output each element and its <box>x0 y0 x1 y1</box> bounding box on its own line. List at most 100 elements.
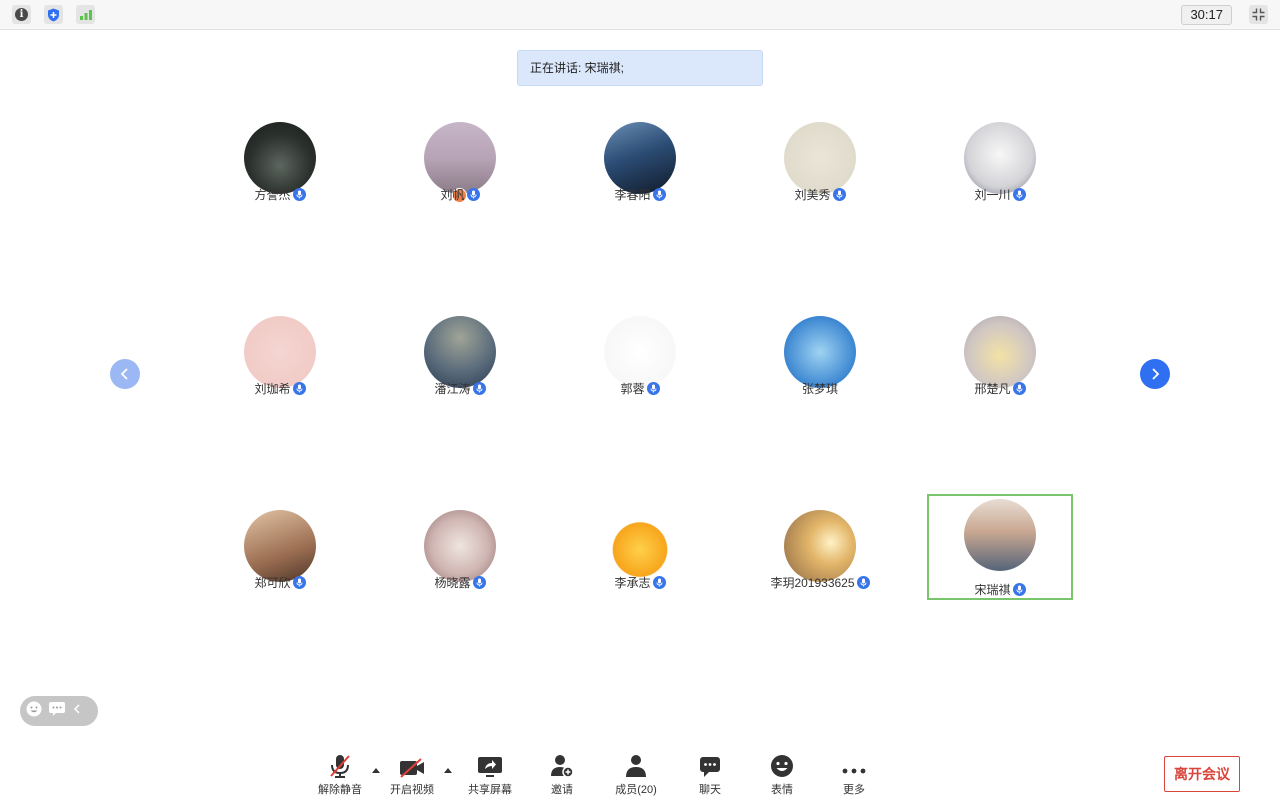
microphone-icon <box>292 382 306 395</box>
participant-avatar <box>964 122 1036 194</box>
participant-name-row: 张梦琪 <box>747 380 893 397</box>
participant-name: 宋瑞祺 <box>974 583 1011 597</box>
more-button[interactable]: 更多 <box>824 752 884 797</box>
participant-avatar <box>244 316 316 388</box>
participant-avatar <box>424 316 496 388</box>
participant-avatar <box>964 316 1036 388</box>
participant-tile[interactable]: 李春阳 <box>567 106 713 212</box>
participant-tile[interactable]: 郭蓉 <box>567 300 713 406</box>
participant-name: 方誉杰 <box>254 188 291 202</box>
members-icon <box>606 752 666 778</box>
participant-avatar <box>424 510 496 582</box>
participant-tile[interactable]: 邢楚凡 <box>927 300 1073 406</box>
microphone-icon <box>292 188 306 201</box>
participant-tile[interactable]: 刘一川 <box>927 106 1073 212</box>
participant-name-row: 郑可欣 <box>207 574 353 591</box>
participant-name: 刘美秀 <box>794 188 831 202</box>
participant-name: 刘帆 <box>440 188 465 202</box>
audio-options-caret-icon[interactable] <box>372 768 380 773</box>
participant-avatar <box>604 510 676 582</box>
network-signal-icon[interactable] <box>76 5 95 24</box>
participant-tile[interactable]: 宋瑞祺 <box>927 494 1073 600</box>
participant-name-row: 李春阳 <box>567 186 713 203</box>
participant-name: 刘珈希 <box>254 382 291 396</box>
participant-name-row: 刘一川 <box>927 186 1073 203</box>
meeting-timer: 30:17 <box>1181 5 1232 25</box>
microphone-icon <box>1012 382 1026 395</box>
participant-tile[interactable]: 李玥201933625 <box>747 494 893 600</box>
participant-name-row: 邢楚凡 <box>927 380 1073 397</box>
comment-icon[interactable] <box>49 701 65 721</box>
more-dots-icon <box>824 752 884 778</box>
participant-tile[interactable]: 刘珈希 <box>207 300 353 406</box>
microphone-icon <box>1012 188 1026 201</box>
microphone-icon <box>292 576 306 589</box>
participant-name: 李承志 <box>614 576 651 590</box>
participant-name-row: 李承志 <box>567 574 713 591</box>
microphone-icon <box>472 382 486 395</box>
participant-avatar <box>244 510 316 582</box>
participant-tile[interactable]: 李承志 <box>567 494 713 600</box>
microphone-icon <box>466 188 480 201</box>
emoji-icon[interactable] <box>26 701 42 722</box>
participant-avatar <box>604 316 676 388</box>
microphone-icon <box>1012 583 1026 596</box>
reactions-button[interactable]: 表情 <box>752 752 812 797</box>
participant-avatar <box>604 122 676 194</box>
participant-avatar <box>784 316 856 388</box>
participant-avatar <box>784 510 856 582</box>
emoji-icon <box>752 752 812 778</box>
participant-name-row: 潘江涛 <box>387 380 533 397</box>
microphone-muted-icon <box>310 752 370 778</box>
participant-avatar <box>964 499 1036 571</box>
participant-avatar <box>244 122 316 194</box>
participant-tile[interactable]: 刘美秀 <box>747 106 893 212</box>
participant-name: 李玥201933625 <box>770 576 855 590</box>
participant-tile[interactable]: 杨晓露 <box>387 494 533 600</box>
participant-name-row: 宋瑞祺 <box>929 581 1071 598</box>
microphone-icon <box>832 188 846 201</box>
participant-tile[interactable]: 郑可欣 <box>207 494 353 600</box>
security-shield-icon[interactable] <box>44 5 63 24</box>
participant-name: 郑可欣 <box>254 576 291 590</box>
participant-tile[interactable]: 潘江涛 <box>387 300 533 406</box>
exit-fullscreen-icon[interactable] <box>1249 5 1268 24</box>
share-screen-button[interactable]: 共享屏幕 <box>460 752 520 797</box>
quick-reaction-bar <box>20 696 98 726</box>
participant-tile[interactable]: 刘帆 <box>387 106 533 212</box>
active-speaker-banner: 正在讲话: 宋瑞祺; <box>517 50 763 86</box>
info-icon[interactable]: i <box>12 5 31 24</box>
previous-page-button[interactable] <box>110 359 140 389</box>
participant-name: 刘一川 <box>974 188 1011 202</box>
participant-tile[interactable]: 张梦琪 <box>747 300 893 406</box>
invite-button[interactable]: 邀请 <box>532 752 592 797</box>
unmute-button[interactable]: 解除静音 <box>310 752 370 797</box>
microphone-icon <box>472 576 486 589</box>
microphone-icon <box>856 576 870 589</box>
collapse-chevron-icon[interactable] <box>72 702 82 720</box>
next-page-button[interactable] <box>1140 359 1170 389</box>
members-button[interactable]: 成员(20) <box>606 752 666 797</box>
participant-name-row: 方誉杰 <box>207 186 353 203</box>
participant-avatar <box>424 122 496 194</box>
camera-off-icon <box>382 752 442 778</box>
microphone-icon <box>652 188 666 201</box>
participant-name-row: 刘美秀 <box>747 186 893 203</box>
participant-avatar <box>784 122 856 194</box>
share-screen-icon <box>460 752 520 778</box>
participant-name: 邢楚凡 <box>974 382 1011 396</box>
start-video-button[interactable]: 开启视频 <box>382 752 442 797</box>
participant-name: 郭蓉 <box>620 382 645 396</box>
participant-name-row: 郭蓉 <box>567 380 713 397</box>
participant-name: 李春阳 <box>614 188 651 202</box>
add-person-icon <box>532 752 592 778</box>
participant-name: 潘江涛 <box>434 382 471 396</box>
chat-button[interactable]: 聊天 <box>680 752 740 797</box>
participant-name-row: 杨晓露 <box>387 574 533 591</box>
participant-name-row: 刘帆 <box>387 186 533 203</box>
participant-name-row: 李玥201933625 <box>747 574 893 591</box>
leave-meeting-button[interactable]: 离开会议 <box>1164 756 1240 792</box>
participant-tile[interactable]: 方誉杰 <box>207 106 353 212</box>
participant-name: 杨晓露 <box>434 576 471 590</box>
video-options-caret-icon[interactable] <box>444 768 452 773</box>
